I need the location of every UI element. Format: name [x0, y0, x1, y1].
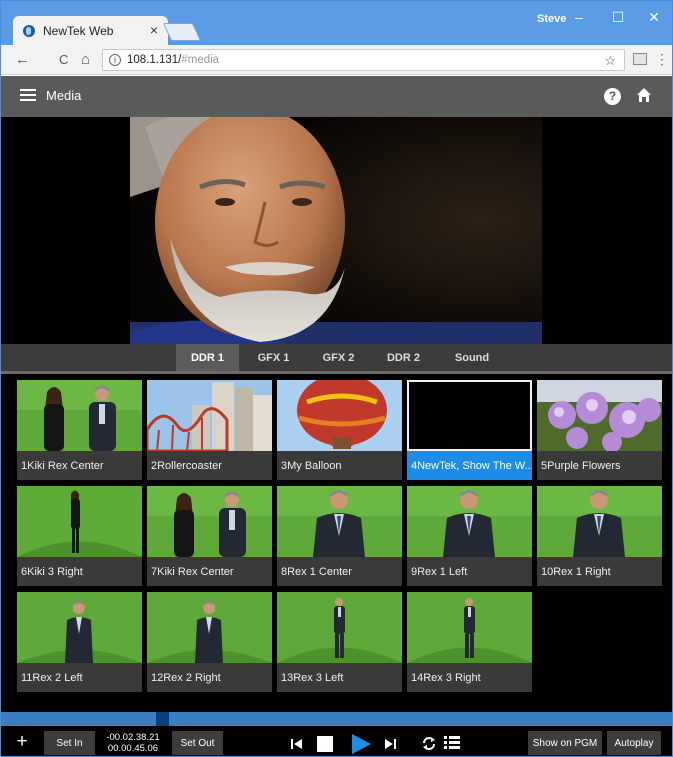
tab-ddr1[interactable]: DDR 1	[176, 344, 239, 371]
clip-label: 5Purple Flowers	[537, 451, 662, 480]
preview-frame-image	[130, 117, 542, 346]
home-icon[interactable]	[636, 87, 652, 103]
clip-thumbnail	[147, 380, 272, 451]
set-out-button[interactable]: Set Out	[172, 731, 223, 755]
browser-user-name[interactable]: Steve	[537, 13, 566, 25]
clip-tile[interactable]: 4NewTek, Show The W...	[407, 380, 532, 480]
clip-tile[interactable]: 10Rex 1 Right	[537, 486, 662, 586]
clip-grid: 1Kiki Rex Center 2Rollercoaster 3My Balloo…	[1, 374, 672, 704]
clip-label: 4NewTek, Show The W...	[407, 451, 532, 480]
timecode-display: -00.02.38.21 00.00.45.06	[105, 732, 161, 754]
loop-icon[interactable]	[421, 735, 437, 752]
timecode-total: 00.00.45.06	[107, 743, 159, 754]
back-arrow-icon[interactable]: ←	[15, 51, 30, 68]
clip-label: 9Rex 1 Left	[407, 557, 532, 586]
clip-label: 8Rex 1 Center	[277, 557, 402, 586]
new-tab-button[interactable]	[162, 23, 202, 41]
home-browser-icon[interactable]: ⌂	[81, 51, 90, 68]
clip-tile[interactable]: 7Kiki Rex Center	[147, 486, 272, 586]
clip-tile[interactable]: 5Purple Flowers	[537, 380, 662, 480]
video-preview	[1, 117, 672, 346]
clip-tile[interactable]: 11Rex 2 Left	[17, 592, 142, 692]
clip-thumbnail	[147, 486, 272, 557]
clip-label: 3My Balloon	[277, 451, 402, 480]
help-icon[interactable]: ?	[604, 88, 621, 105]
clip-thumbnail	[277, 592, 402, 663]
page-title: Media	[46, 88, 82, 103]
url-host: 108.1.131/	[127, 54, 182, 66]
clip-thumbnail	[147, 592, 272, 663]
clip-label: 13Rex 3 Left	[277, 663, 402, 692]
clip-thumbnail	[277, 486, 402, 557]
clip-label: 2Rollercoaster	[147, 451, 272, 480]
clip-tile[interactable]: 13Rex 3 Left	[277, 592, 402, 692]
url-input[interactable]: i 108.1.131/#media ☆	[102, 49, 625, 71]
clip-thumbnail	[537, 380, 662, 451]
maximize-icon[interactable]: ☐	[603, 9, 633, 26]
newtek-favicon-icon	[23, 24, 35, 37]
play-icon[interactable]	[350, 733, 372, 755]
clip-thumbnail	[537, 486, 662, 557]
timecode-remaining: -00.02.38.21	[106, 732, 160, 743]
clip-tile[interactable]: 12Rex 2 Right	[147, 592, 272, 692]
extension-icon[interactable]	[633, 53, 647, 65]
app-header: Media ?	[1, 76, 672, 117]
stop-icon[interactable]	[317, 736, 333, 752]
clip-tile[interactable]: 14Rex 3 Right	[407, 592, 532, 692]
scrubber-playhead[interactable]	[156, 712, 169, 726]
tab-close-icon[interactable]: ×	[150, 22, 158, 38]
clip-tile[interactable]: 6Kiki 3 Right	[17, 486, 142, 586]
tab-sound[interactable]: Sound	[436, 344, 508, 371]
clip-tile[interactable]: 8Rex 1 Center	[277, 486, 402, 586]
clip-tile[interactable]: 3My Balloon	[277, 380, 402, 480]
show-on-pgm-button[interactable]: Show on PGM	[528, 731, 602, 755]
clip-label: 11Rex 2 Left	[17, 663, 142, 692]
playlist-icon[interactable]	[444, 736, 460, 750]
clip-thumbnail	[407, 486, 532, 557]
clip-label: 12Rex 2 Right	[147, 663, 272, 692]
clip-thumbnail	[17, 486, 142, 557]
clip-label: 6Kiki 3 Right	[17, 557, 142, 586]
clip-thumbnail	[17, 592, 142, 663]
browser-menu-icon[interactable]: ⋮	[655, 51, 669, 68]
clip-thumbnail	[407, 380, 532, 451]
skip-forward-icon[interactable]	[384, 738, 396, 750]
clip-tile[interactable]: 1Kiki Rex Center	[17, 380, 142, 480]
source-tabs: DDR 1 GFX 1 GFX 2 DDR 2 Sound	[1, 344, 672, 371]
playback-scrubber[interactable]	[1, 712, 672, 726]
clip-tile[interactable]: 2Rollercoaster	[147, 380, 272, 480]
browser-window: NewTek Web × Steve – ☐ ✕ ← C ⌂ i 108.1.1…	[0, 0, 673, 757]
browser-tab[interactable]: NewTek Web ×	[13, 16, 168, 45]
browser-titlebar: NewTek Web × Steve – ☐ ✕	[1, 1, 672, 45]
tab-title: NewTek Web	[43, 23, 114, 38]
tab-gfx2[interactable]: GFX 2	[306, 344, 371, 371]
clip-tile[interactable]: 9Rex 1 Left	[407, 486, 532, 586]
hamburger-menu-icon[interactable]	[20, 89, 36, 101]
tab-ddr2[interactable]: DDR 2	[371, 344, 436, 371]
clip-thumbnail	[407, 592, 532, 663]
tab-gfx1[interactable]: GFX 1	[241, 344, 306, 371]
skip-back-icon[interactable]	[291, 738, 303, 750]
set-in-button[interactable]: Set In	[44, 731, 95, 755]
transport-bar: + Set In -00.02.38.21 00.00.45.06 Set Ou…	[1, 726, 672, 756]
clip-thumbnail	[17, 380, 142, 451]
clip-label: 10Rex 1 Right	[537, 557, 662, 586]
bookmark-star-icon[interactable]: ☆	[604, 53, 616, 69]
site-info-icon[interactable]: i	[109, 54, 121, 66]
clip-label: 14Rex 3 Right	[407, 663, 532, 692]
reload-icon[interactable]: C	[59, 52, 68, 67]
address-bar: ← C ⌂ i 108.1.131/#media ☆ ⋮	[1, 45, 672, 75]
newtek-app: Media ? DDR 1 GFX 1 GFX 2 DDR 2 Sound 1K…	[1, 76, 672, 756]
clip-thumbnail	[277, 380, 402, 451]
clip-label: 7Kiki Rex Center	[147, 557, 272, 586]
autoplay-button[interactable]: Autoplay	[607, 731, 661, 755]
close-window-icon[interactable]: ✕	[639, 9, 669, 26]
add-clip-button[interactable]: +	[7, 730, 37, 754]
url-path: #media	[181, 54, 220, 66]
minimize-icon[interactable]: –	[564, 9, 594, 25]
clip-label: 1Kiki Rex Center	[17, 451, 142, 480]
